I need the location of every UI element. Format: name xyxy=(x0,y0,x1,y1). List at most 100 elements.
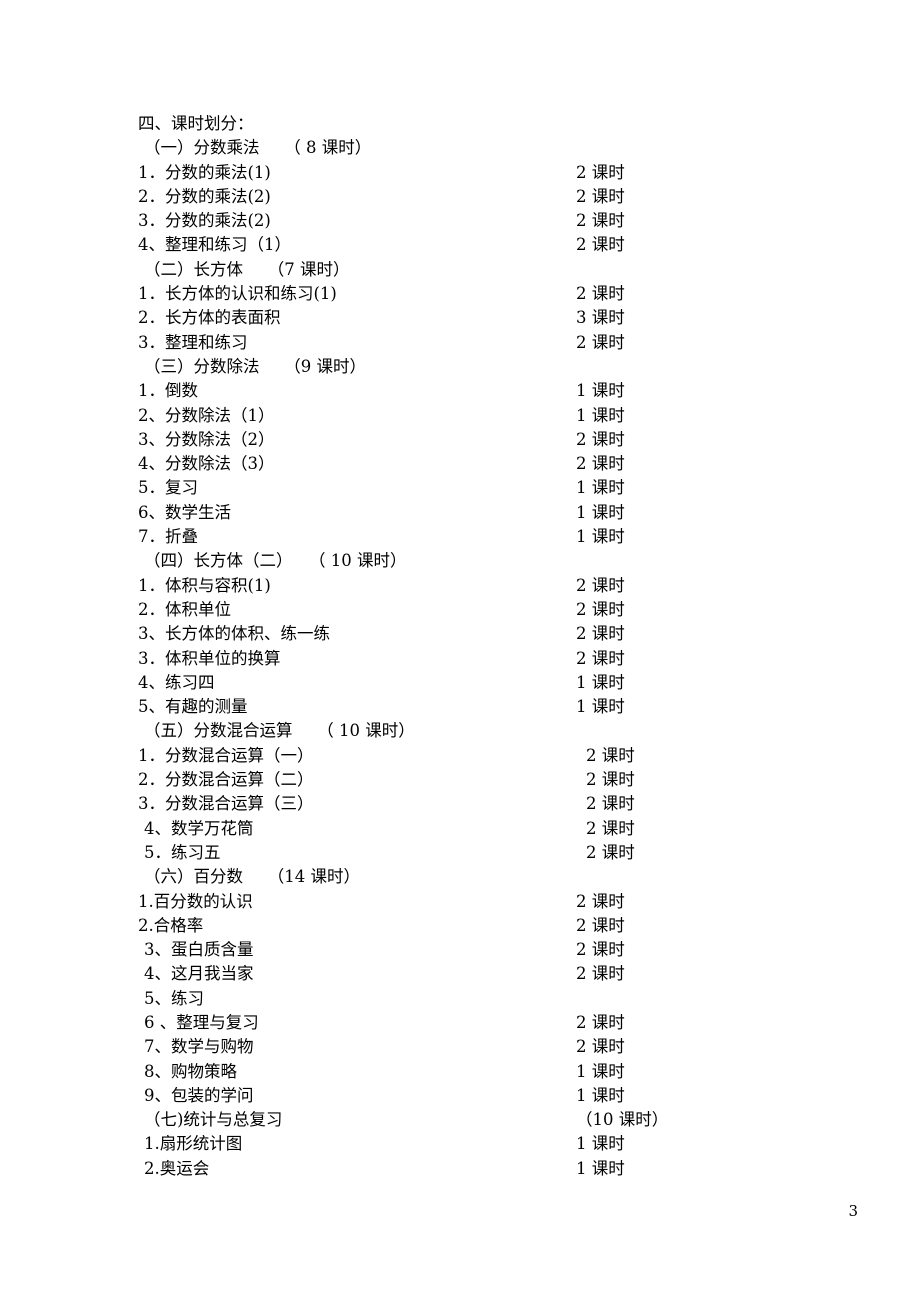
outline-row-label: 7、数学与购物 xyxy=(144,1037,254,1057)
outline-row: 1．倒数 1 课时 xyxy=(138,379,798,403)
outline-row-label: （四）长方体（二） （ 10 课时） xyxy=(144,551,407,571)
outline-row: （二）长方体 （7 课时） xyxy=(138,258,798,282)
outline-row-hours: 2 课时 xyxy=(576,1037,625,1057)
outline-row-hours: 2 课时 xyxy=(576,1012,625,1032)
outline-row-label: 2．分数的乘法(2) xyxy=(138,186,271,206)
outline-row-hours: 2 课时 xyxy=(576,624,625,644)
outline-row: 3、蛋白质含量 2 课时 xyxy=(138,938,798,962)
course-hours-outline: 四、课时划分： （一）分数乘法 （ 8 课时） 1．分数的乘法(1) 2 课时 2．分数… xyxy=(138,112,798,1181)
outline-row-label: 1.百分数的认识 xyxy=(138,891,253,911)
outline-row-label: （三）分数除法 （9 课时） xyxy=(144,356,366,376)
outline-row-label: 2.合格率 xyxy=(138,915,204,935)
outline-row: 4、这月我当家 2 课时 xyxy=(138,962,798,986)
outline-row-label: 3、长方体的体积、练一练 xyxy=(138,624,330,644)
outline-row-label: 2．分数混合运算（二） xyxy=(138,770,314,790)
outline-row-label: 3、蛋白质含量 xyxy=(144,940,254,960)
outline-row: （三）分数除法 （9 课时） xyxy=(138,355,798,379)
outline-row: 6、数学生活 1 课时 xyxy=(138,501,798,525)
outline-row-label: 1．分数的乘法(1) xyxy=(138,162,271,182)
outline-row: 6 、整理与复习 2 课时 xyxy=(138,1011,798,1035)
outline-row-hours: 2 课时 xyxy=(576,964,625,984)
outline-row-label: 4、分数除法（3） xyxy=(138,454,275,474)
outline-row: 4、练习四 1 课时 xyxy=(138,671,798,695)
outline-row-hours: 2 课时 xyxy=(576,648,625,668)
outline-row: 7、数学与购物 2 课时 xyxy=(138,1035,798,1059)
document-page: 四、课时划分： （一）分数乘法 （ 8 课时） 1．分数的乘法(1) 2 课时 2．分数… xyxy=(0,0,920,1302)
outline-row: 四、课时划分： xyxy=(138,112,798,136)
outline-row-label: 8、购物策略 xyxy=(144,1061,237,1081)
outline-row-hours: （10 课时） xyxy=(576,1110,669,1130)
outline-row: 3．整理和练习 2 课时 xyxy=(138,331,798,355)
outline-row: 4、整理和练习（1） 2 课时 xyxy=(138,233,798,257)
outline-row: （四）长方体（二） （ 10 课时） xyxy=(138,549,798,573)
outline-row-hours: 2 课时 xyxy=(576,186,625,206)
outline-row: 1．体积与容积(1) 2 课时 xyxy=(138,574,798,598)
outline-row-hours: 2 课时 xyxy=(576,211,625,231)
outline-row-label: 3．体积单位的换算 xyxy=(138,648,281,668)
outline-row: 5、练习 xyxy=(138,987,798,1011)
outline-row: 2．分数混合运算（二） 2 课时 xyxy=(138,768,798,792)
outline-row: 8、购物策略 1 课时 xyxy=(138,1060,798,1084)
outline-row-label: 2、分数除法（1） xyxy=(138,405,275,425)
outline-row: 1．分数的乘法(1) 2 课时 xyxy=(138,161,798,185)
outline-row-hours: 2 课时 xyxy=(576,454,625,474)
outline-row-label: 6 、整理与复习 xyxy=(144,1012,259,1032)
outline-row-hours: 1 课时 xyxy=(576,1085,625,1105)
outline-row: 3．分数混合运算（三） 2 课时 xyxy=(138,792,798,816)
outline-row: 5．练习五 2 课时 xyxy=(138,841,798,865)
outline-row: （七)统计与总复习 （10 课时） xyxy=(138,1108,798,1132)
outline-row-hours: 2 课时 xyxy=(576,429,625,449)
outline-row-hours: 2 课时 xyxy=(576,284,625,304)
outline-row-hours: 1 课时 xyxy=(576,1158,625,1178)
outline-row-label: 3．分数混合运算（三） xyxy=(138,794,314,814)
outline-row-hours: 2 课时 xyxy=(576,162,625,182)
outline-row: 2、分数除法（1） 1 课时 xyxy=(138,404,798,428)
outline-row-label: （六）百分数 （14 课时） xyxy=(144,867,360,887)
outline-row: 2．体积单位 2 课时 xyxy=(138,598,798,622)
outline-row: 2.奥运会 1 课时 xyxy=(138,1157,798,1181)
outline-row-hours: 1 课时 xyxy=(576,381,625,401)
outline-row-hours: 1 课时 xyxy=(576,1134,625,1154)
outline-row: 9、包装的学问 1 课时 xyxy=(138,1084,798,1108)
outline-row-hours: 1 课时 xyxy=(576,697,625,717)
outline-row-label: 3．整理和练习 xyxy=(138,332,248,352)
outline-row-hours: 1 课时 xyxy=(576,405,625,425)
outline-row-hours: 2 课时 xyxy=(576,940,625,960)
outline-row: 3．体积单位的换算 2 课时 xyxy=(138,647,798,671)
outline-row: 3．分数的乘法(2) 2 课时 xyxy=(138,209,798,233)
outline-row-label: （二）长方体 （7 课时） xyxy=(144,259,350,279)
outline-row-hours: 2 课时 xyxy=(586,745,635,765)
outline-row-hours: 2 课时 xyxy=(586,842,635,862)
outline-row-hours: 1 课时 xyxy=(576,478,625,498)
outline-row-label: 3、分数除法（2） xyxy=(138,429,275,449)
outline-row-hours: 2 课时 xyxy=(576,891,625,911)
outline-row: 7．折叠 1 课时 xyxy=(138,525,798,549)
outline-row-label: 四、课时划分： xyxy=(138,114,254,133)
outline-row-label: 9、包装的学问 xyxy=(144,1085,254,1105)
outline-row: （六）百分数 （14 课时） xyxy=(138,865,798,889)
outline-row-label: 1.扇形统计图 xyxy=(144,1134,243,1154)
outline-row-label: （五）分数混合运算 （ 10 课时） xyxy=(144,721,415,741)
outline-row: 3、长方体的体积、练一练 2 课时 xyxy=(138,622,798,646)
outline-row-label: 4、练习四 xyxy=(138,672,215,692)
outline-row-label: 6、数学生活 xyxy=(138,502,231,522)
outline-row-hours: 2 课时 xyxy=(576,915,625,935)
outline-row-hours: 2 课时 xyxy=(586,818,635,838)
outline-row: 4、数学万花筒 2 课时 xyxy=(138,817,798,841)
outline-row-label: 5．复习 xyxy=(138,478,198,498)
outline-row: 5、有趣的测量 1 课时 xyxy=(138,695,798,719)
outline-row-label: 4、这月我当家 xyxy=(144,964,254,984)
outline-row: 1．长方体的认识和练习(1) 2 课时 xyxy=(138,282,798,306)
outline-row-label: 5．练习五 xyxy=(144,842,221,862)
outline-row-hours: 2 课时 xyxy=(576,599,625,619)
outline-row-hours: 1 课时 xyxy=(576,527,625,547)
outline-row-hours: 2 课时 xyxy=(576,332,625,352)
outline-row-label: 4、数学万花筒 xyxy=(144,818,254,838)
outline-row-label: 3．分数的乘法(2) xyxy=(138,211,271,231)
outline-row-hours: 2 课时 xyxy=(576,575,625,595)
outline-row-label: 2．长方体的表面积 xyxy=(138,308,281,328)
outline-row: 1.扇形统计图 1 课时 xyxy=(138,1132,798,1156)
outline-row-label: 4、整理和练习（1） xyxy=(138,235,291,255)
outline-row: 2.合格率 2 课时 xyxy=(138,914,798,938)
outline-row-label: 1．长方体的认识和练习(1) xyxy=(138,284,337,304)
